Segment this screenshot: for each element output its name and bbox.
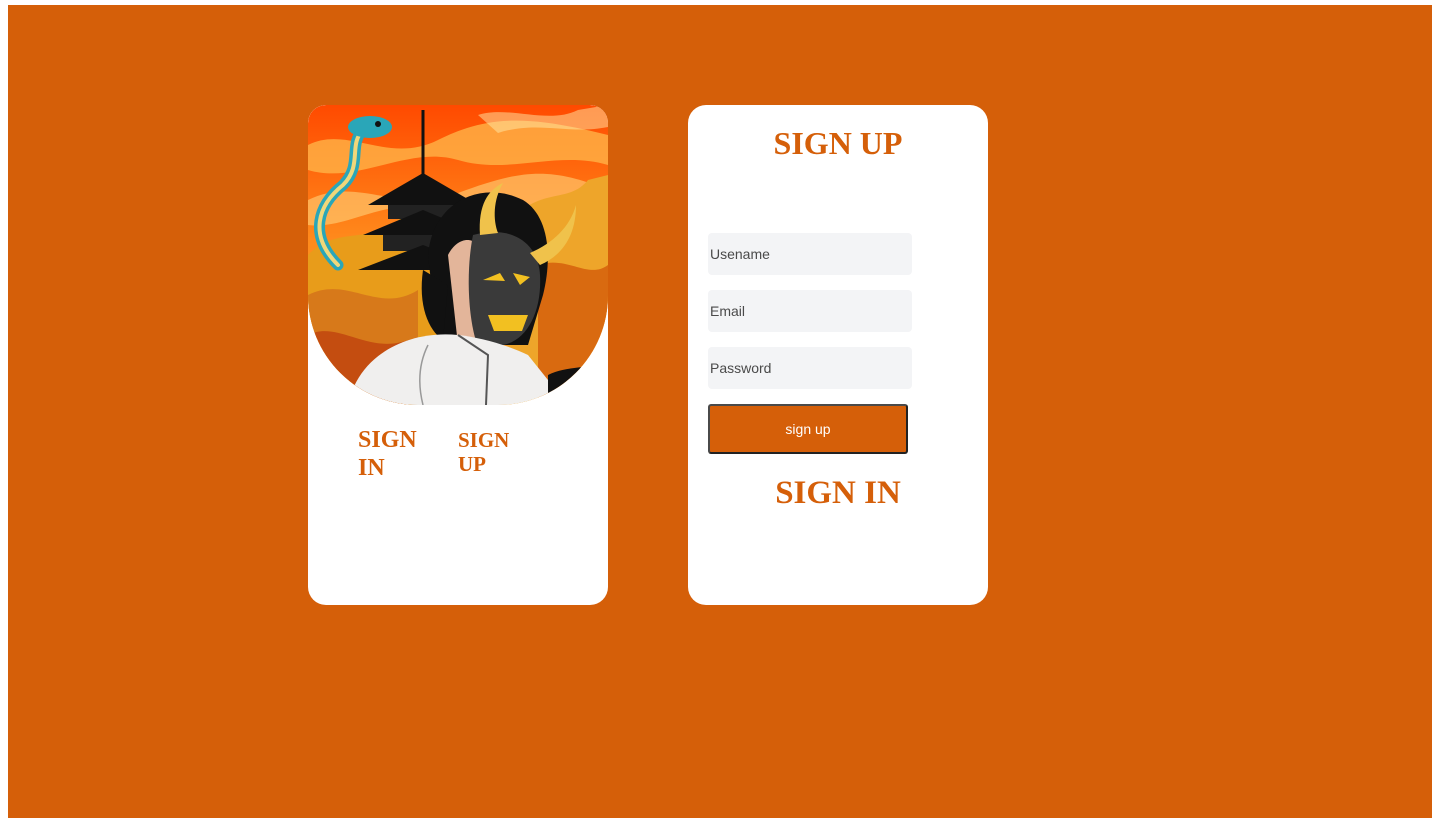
password-field[interactable]: [708, 347, 912, 389]
hero-illustration: [308, 105, 608, 405]
page-background: SIGN IN SIGN UP SIGN UP sign up SIGN IN: [8, 5, 1432, 818]
tab-sign-in[interactable]: SIGN IN: [358, 427, 428, 482]
email-field[interactable]: [708, 290, 912, 332]
illustration-card: SIGN IN SIGN UP: [308, 105, 608, 605]
sign-up-button[interactable]: sign up: [708, 404, 908, 454]
form-title: SIGN UP: [773, 125, 903, 161]
username-field[interactable]: [708, 233, 912, 275]
tab-sign-up[interactable]: SIGN UP: [458, 428, 528, 476]
signup-form-card: SIGN UP sign up SIGN IN: [688, 105, 988, 605]
sign-in-link[interactable]: SIGN IN: [688, 475, 988, 512]
